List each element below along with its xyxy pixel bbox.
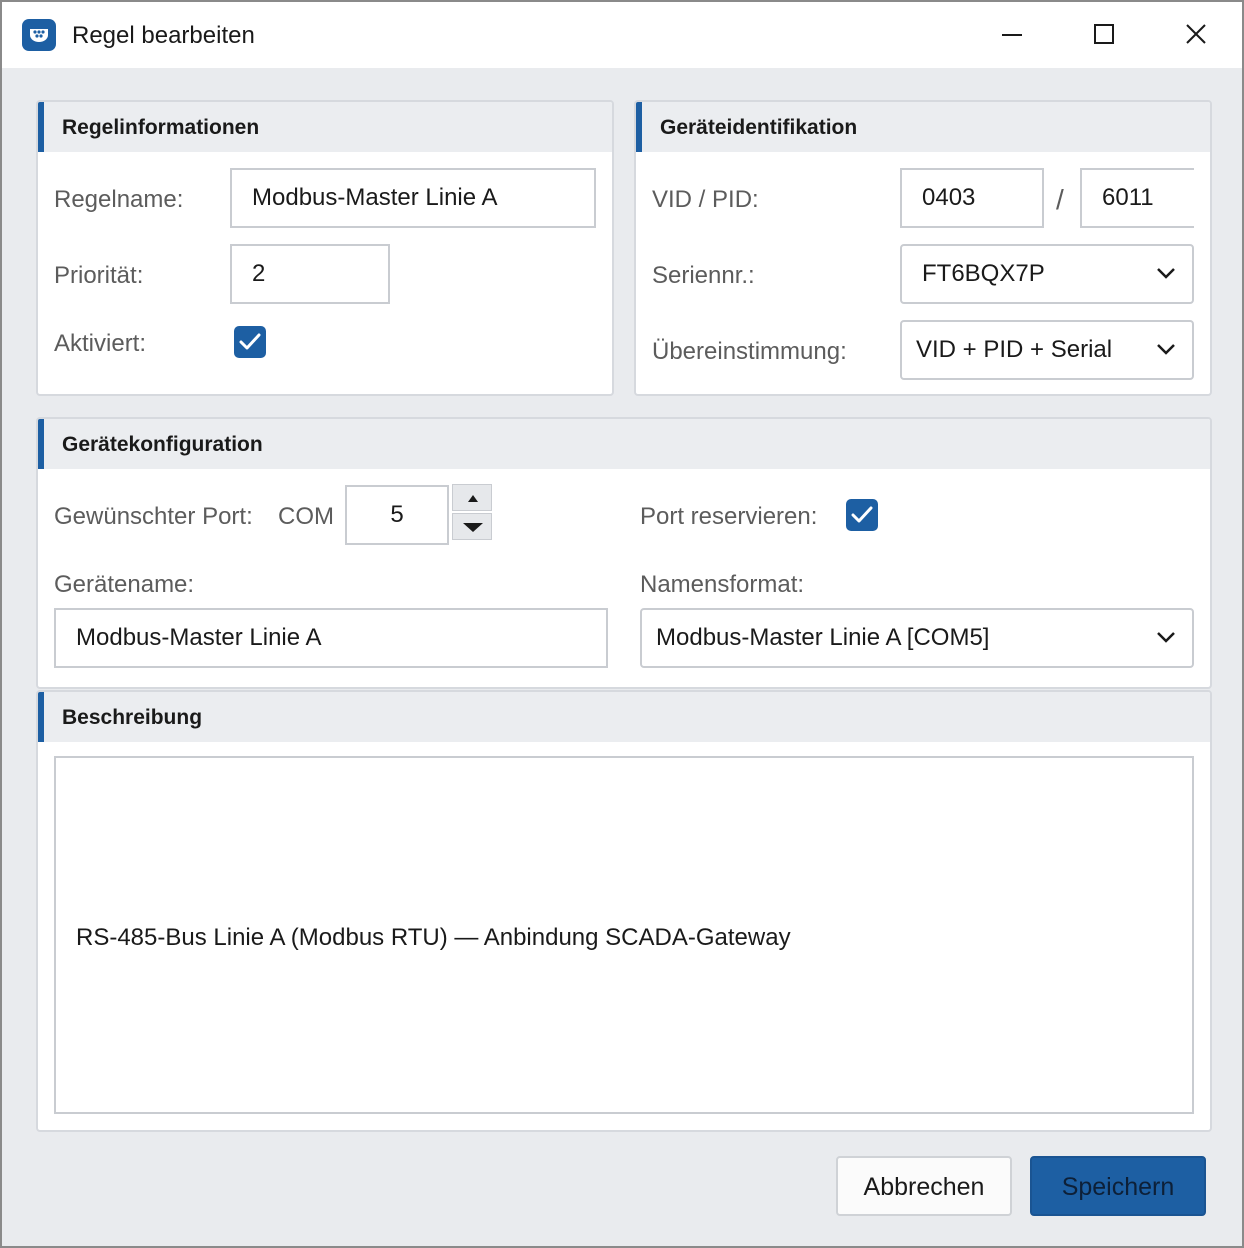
- port-decrement-button[interactable]: [452, 513, 492, 540]
- rule-info-title: Regelinformationen: [62, 116, 260, 139]
- minimize-button[interactable]: [982, 12, 1042, 58]
- description-title: Beschreibung: [62, 706, 203, 729]
- chevron-down-icon: [1157, 632, 1175, 643]
- port-number-input[interactable]: 5: [345, 485, 449, 545]
- device-config-header: Gerätekonfiguration: [38, 419, 1210, 469]
- minimize-icon: [1002, 34, 1022, 36]
- checkmark-icon: [239, 333, 261, 350]
- vid-pid-separator: /: [1056, 184, 1064, 215]
- match-select-value: VID + PID + Serial: [916, 336, 1113, 363]
- save-button[interactable]: Speichern: [1030, 1156, 1206, 1216]
- name-format-select[interactable]: Modbus-Master Linie A [COM5]: [640, 608, 1194, 668]
- rule-name-input[interactable]: Modbus-Master Linie A: [230, 168, 596, 228]
- triangle-down-icon: [463, 523, 483, 532]
- vid-pid-label: VID / PID:: [652, 186, 759, 213]
- triangle-up-icon: [468, 495, 478, 502]
- device-name-label: Gerätename:: [54, 571, 195, 598]
- close-icon: [1186, 24, 1206, 44]
- device-id-title: Geräteidentifikation: [660, 116, 858, 139]
- name-format-label: Namensformat:: [640, 571, 805, 598]
- cancel-button[interactable]: Abbrechen: [836, 1156, 1012, 1216]
- vid-input[interactable]: 0403: [900, 168, 1044, 228]
- serial-select[interactable]: FT6BQX7P: [900, 244, 1194, 304]
- app-logo-icon: [22, 19, 56, 51]
- match-select[interactable]: VID + PID + Serial: [900, 320, 1194, 380]
- maximize-icon: [1094, 24, 1114, 44]
- edit-rule-dialog: Regel bearbeiten Regelinformationen Rege…: [0, 0, 1244, 1248]
- reserve-port-checkbox[interactable]: [846, 499, 878, 531]
- desired-port-label: Gewünschter Port:: [54, 503, 253, 530]
- enabled-checkbox[interactable]: [234, 326, 266, 358]
- port-stepper[interactable]: [452, 484, 492, 540]
- serial-label: Seriennr.:: [652, 262, 755, 289]
- checkmark-icon: [851, 506, 873, 523]
- chevron-down-icon: [1157, 268, 1175, 279]
- description-textarea[interactable]: RS-485-Bus Linie A (Modbus RTU) — Anbind…: [54, 756, 1194, 1114]
- close-button[interactable]: [1166, 12, 1226, 58]
- title-bar[interactable]: Regel bearbeiten: [2, 2, 1242, 68]
- priority-input[interactable]: 2: [230, 244, 390, 304]
- priority-label: Priorität:: [54, 262, 144, 289]
- port-prefix-label: COM: [278, 503, 334, 530]
- pid-input[interactable]: 6011: [1080, 168, 1194, 228]
- chevron-down-icon: [1157, 344, 1175, 355]
- maximize-button[interactable]: [1074, 12, 1134, 58]
- name-format-value: Modbus-Master Linie A [COM5]: [656, 624, 990, 651]
- rule-info-header: Regelinformationen: [38, 102, 612, 152]
- enabled-label: Aktiviert:: [54, 330, 147, 357]
- rule-name-label: Regelname:: [54, 186, 184, 213]
- window-title: Regel bearbeiten: [72, 22, 255, 49]
- port-increment-button[interactable]: [452, 484, 492, 511]
- description-text: RS-485-Bus Linie A (Modbus RTU) — Anbind…: [76, 924, 791, 951]
- device-id-header: Geräteidentifikation: [636, 102, 1210, 152]
- serial-select-value: FT6BQX7P: [922, 260, 1045, 287]
- match-label: Übereinstimmung:: [652, 338, 847, 365]
- reserve-port-label: Port reservieren:: [640, 503, 818, 530]
- description-header: Beschreibung: [38, 692, 1210, 742]
- device-name-input[interactable]: Modbus-Master Linie A: [54, 608, 608, 668]
- device-config-title: Gerätekonfiguration: [62, 433, 263, 456]
